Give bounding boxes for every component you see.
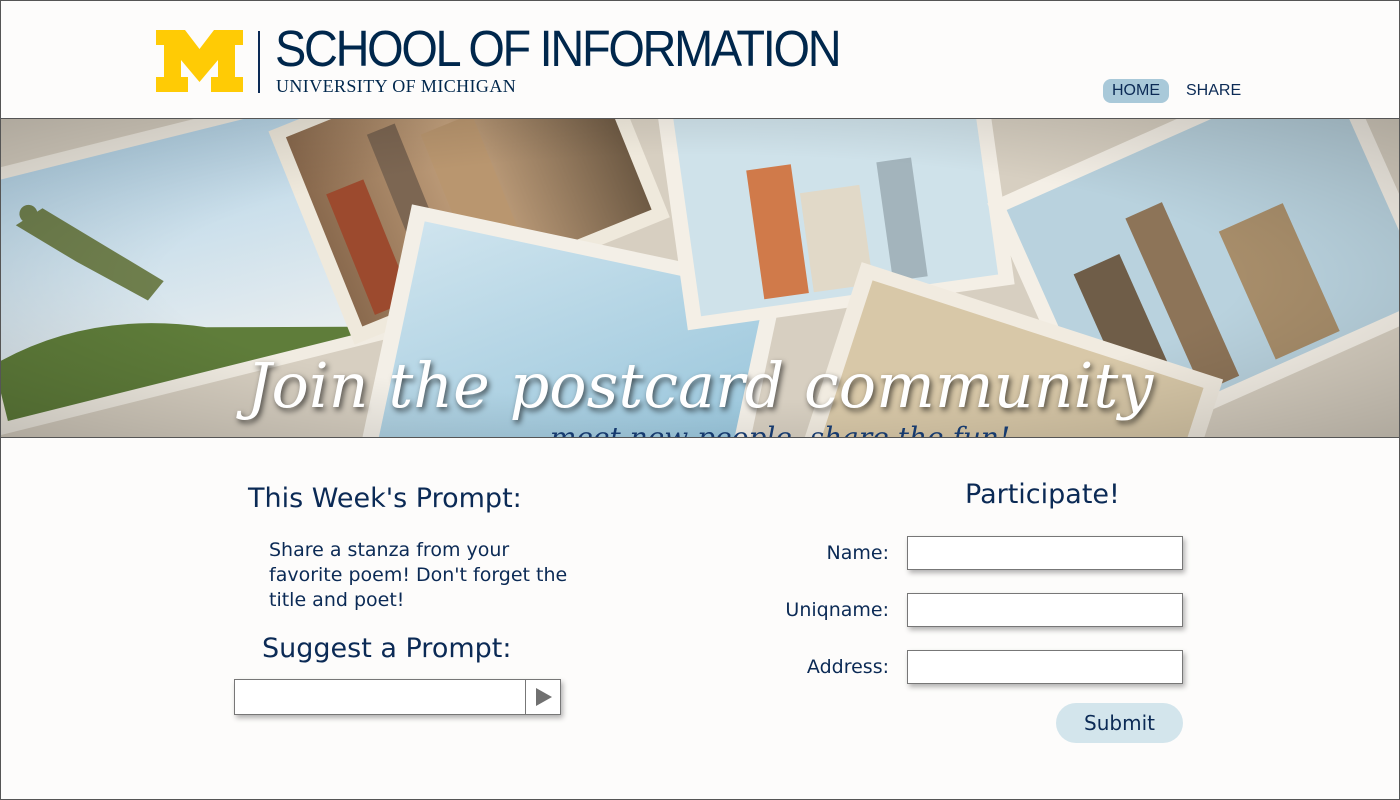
participate-heading: Participate! <box>965 479 1120 510</box>
address-input[interactable] <box>907 650 1183 684</box>
suggest-prompt-input[interactable] <box>235 680 525 714</box>
nav-home[interactable]: HOME <box>1103 79 1169 103</box>
school-title[interactable]: SCHOOL OF INFORMATION <box>275 23 842 74</box>
university-title[interactable]: UNIVERSITY OF MICHIGAN <box>276 76 516 97</box>
suggest-submit-button[interactable] <box>525 680 560 714</box>
suggest-prompt-box <box>234 679 561 715</box>
address-label: Address: <box>806 656 889 678</box>
weekly-prompt-heading: This Week's Prompt: <box>248 483 522 514</box>
logo-divider <box>258 31 260 93</box>
page: SCHOOL OF INFORMATION UNIVERSITY OF MICH… <box>0 0 1400 800</box>
hero-title: Join the postcard community <box>246 349 1154 422</box>
play-arrow-icon <box>536 688 552 706</box>
suggest-prompt-heading: Suggest a Prompt: <box>262 633 512 664</box>
weekly-prompt-text: Share a stanza from your favorite poem! … <box>269 539 568 611</box>
site-header: SCHOOL OF INFORMATION UNIVERSITY OF MICH… <box>1 1 1399 119</box>
name-label: Name: <box>826 542 889 564</box>
main-nav: HOME SHARE <box>1103 79 1250 103</box>
hero-banner: Join the postcard community meet new peo… <box>1 119 1399 438</box>
uniqname-input[interactable] <box>907 593 1183 627</box>
hero-subtitle: meet new people, share the fun! <box>549 421 1011 438</box>
name-input[interactable] <box>907 536 1183 570</box>
uniqname-label: Uniqname: <box>785 599 889 621</box>
nav-share[interactable]: SHARE <box>1177 79 1250 103</box>
submit-button[interactable]: Submit <box>1056 703 1183 743</box>
block-m-logo[interactable] <box>156 30 243 92</box>
